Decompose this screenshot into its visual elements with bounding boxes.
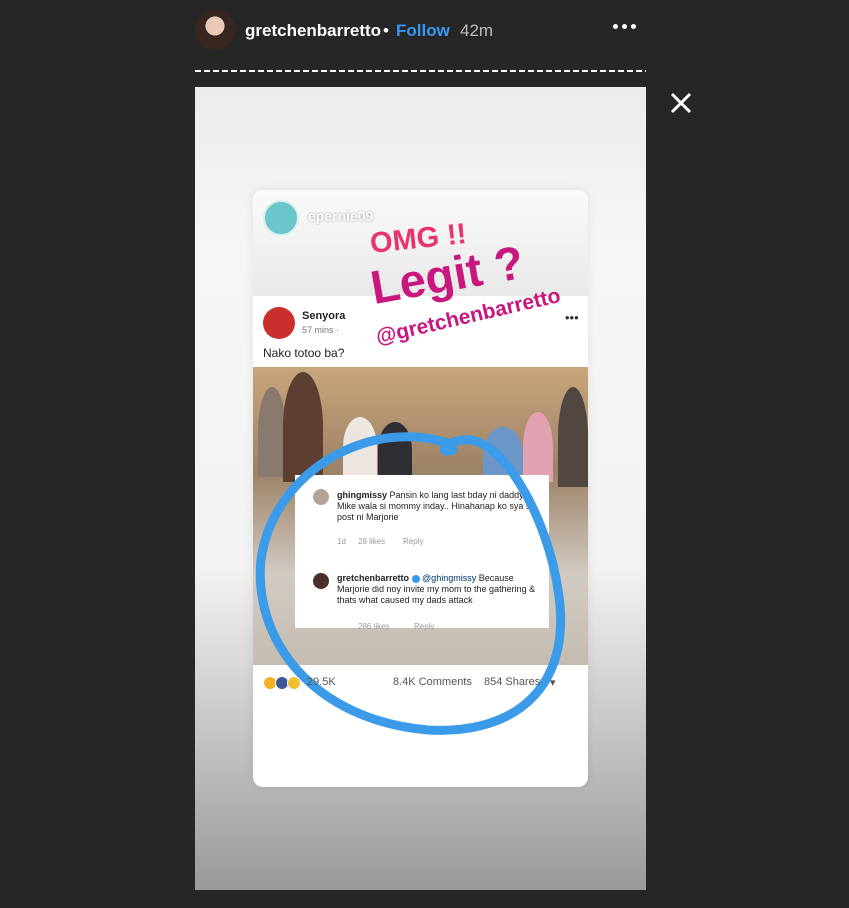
- reply-likes: 286 likes: [358, 622, 390, 631]
- username[interactable]: gretchenbarretto: [245, 21, 381, 41]
- reply-avatar: [313, 573, 329, 589]
- audience-dropdown-icon[interactable]: ▾: [550, 676, 556, 689]
- user-avatar[interactable]: [195, 10, 235, 50]
- sticker-avatar: [263, 200, 299, 236]
- screenshot-card: epernie09 OMG !! Legit ? Senyora 57 mins…: [253, 190, 588, 787]
- comment-username: ghingmissy: [337, 490, 388, 500]
- comment-likes: 28 likes: [358, 537, 386, 546]
- comments-count[interactable]: 8.4K Comments: [393, 676, 472, 688]
- reply-reply: Reply: [414, 622, 435, 631]
- comment-avatar: [313, 489, 329, 505]
- reply-username: gretchenbarretto: [337, 573, 410, 583]
- verified-badge-icon: [411, 574, 420, 583]
- fb-more-icon: •••: [565, 310, 579, 325]
- comment-screenshot: ghingmissy Pansin ko lang last bday ni d…: [295, 475, 549, 631]
- fb-author-avatar: [263, 307, 295, 339]
- reply-body: gretchenbarretto @ghingmissy Because Mar…: [337, 573, 537, 606]
- story-header: gretchenbarretto • Follow 42m: [195, 10, 646, 52]
- reaction-count: 29.5K: [307, 676, 336, 688]
- comment-body: ghingmissy Pansin ko lang last bday ni d…: [337, 490, 537, 523]
- story-progress-bar: [195, 70, 646, 72]
- reaction-icons: [263, 676, 301, 690]
- reply-mention: @ghingmissy: [422, 573, 477, 583]
- wow-icon: [287, 676, 301, 690]
- fb-author-name: Senyora: [302, 310, 346, 322]
- follow-button[interactable]: Follow: [396, 21, 450, 41]
- separator-dot: •: [383, 21, 389, 40]
- close-icon[interactable]: [668, 90, 694, 116]
- more-options-icon[interactable]: [613, 24, 636, 29]
- fb-post-time: 57 mins ·: [302, 325, 340, 335]
- fb-post-text: Nako totoo ba?: [263, 346, 345, 360]
- post-time: 42m: [460, 21, 494, 40]
- comment-age: 1d: [337, 537, 346, 546]
- story-content[interactable]: epernie09 OMG !! Legit ? Senyora 57 mins…: [195, 87, 646, 890]
- sticker-username: epernie09: [308, 208, 374, 224]
- shares-count[interactable]: 854 Shares: [484, 676, 540, 688]
- reaction-bar: 29.5K 8.4K Comments 854 Shares ▾: [253, 670, 588, 695]
- comment-reply: Reply: [403, 537, 424, 546]
